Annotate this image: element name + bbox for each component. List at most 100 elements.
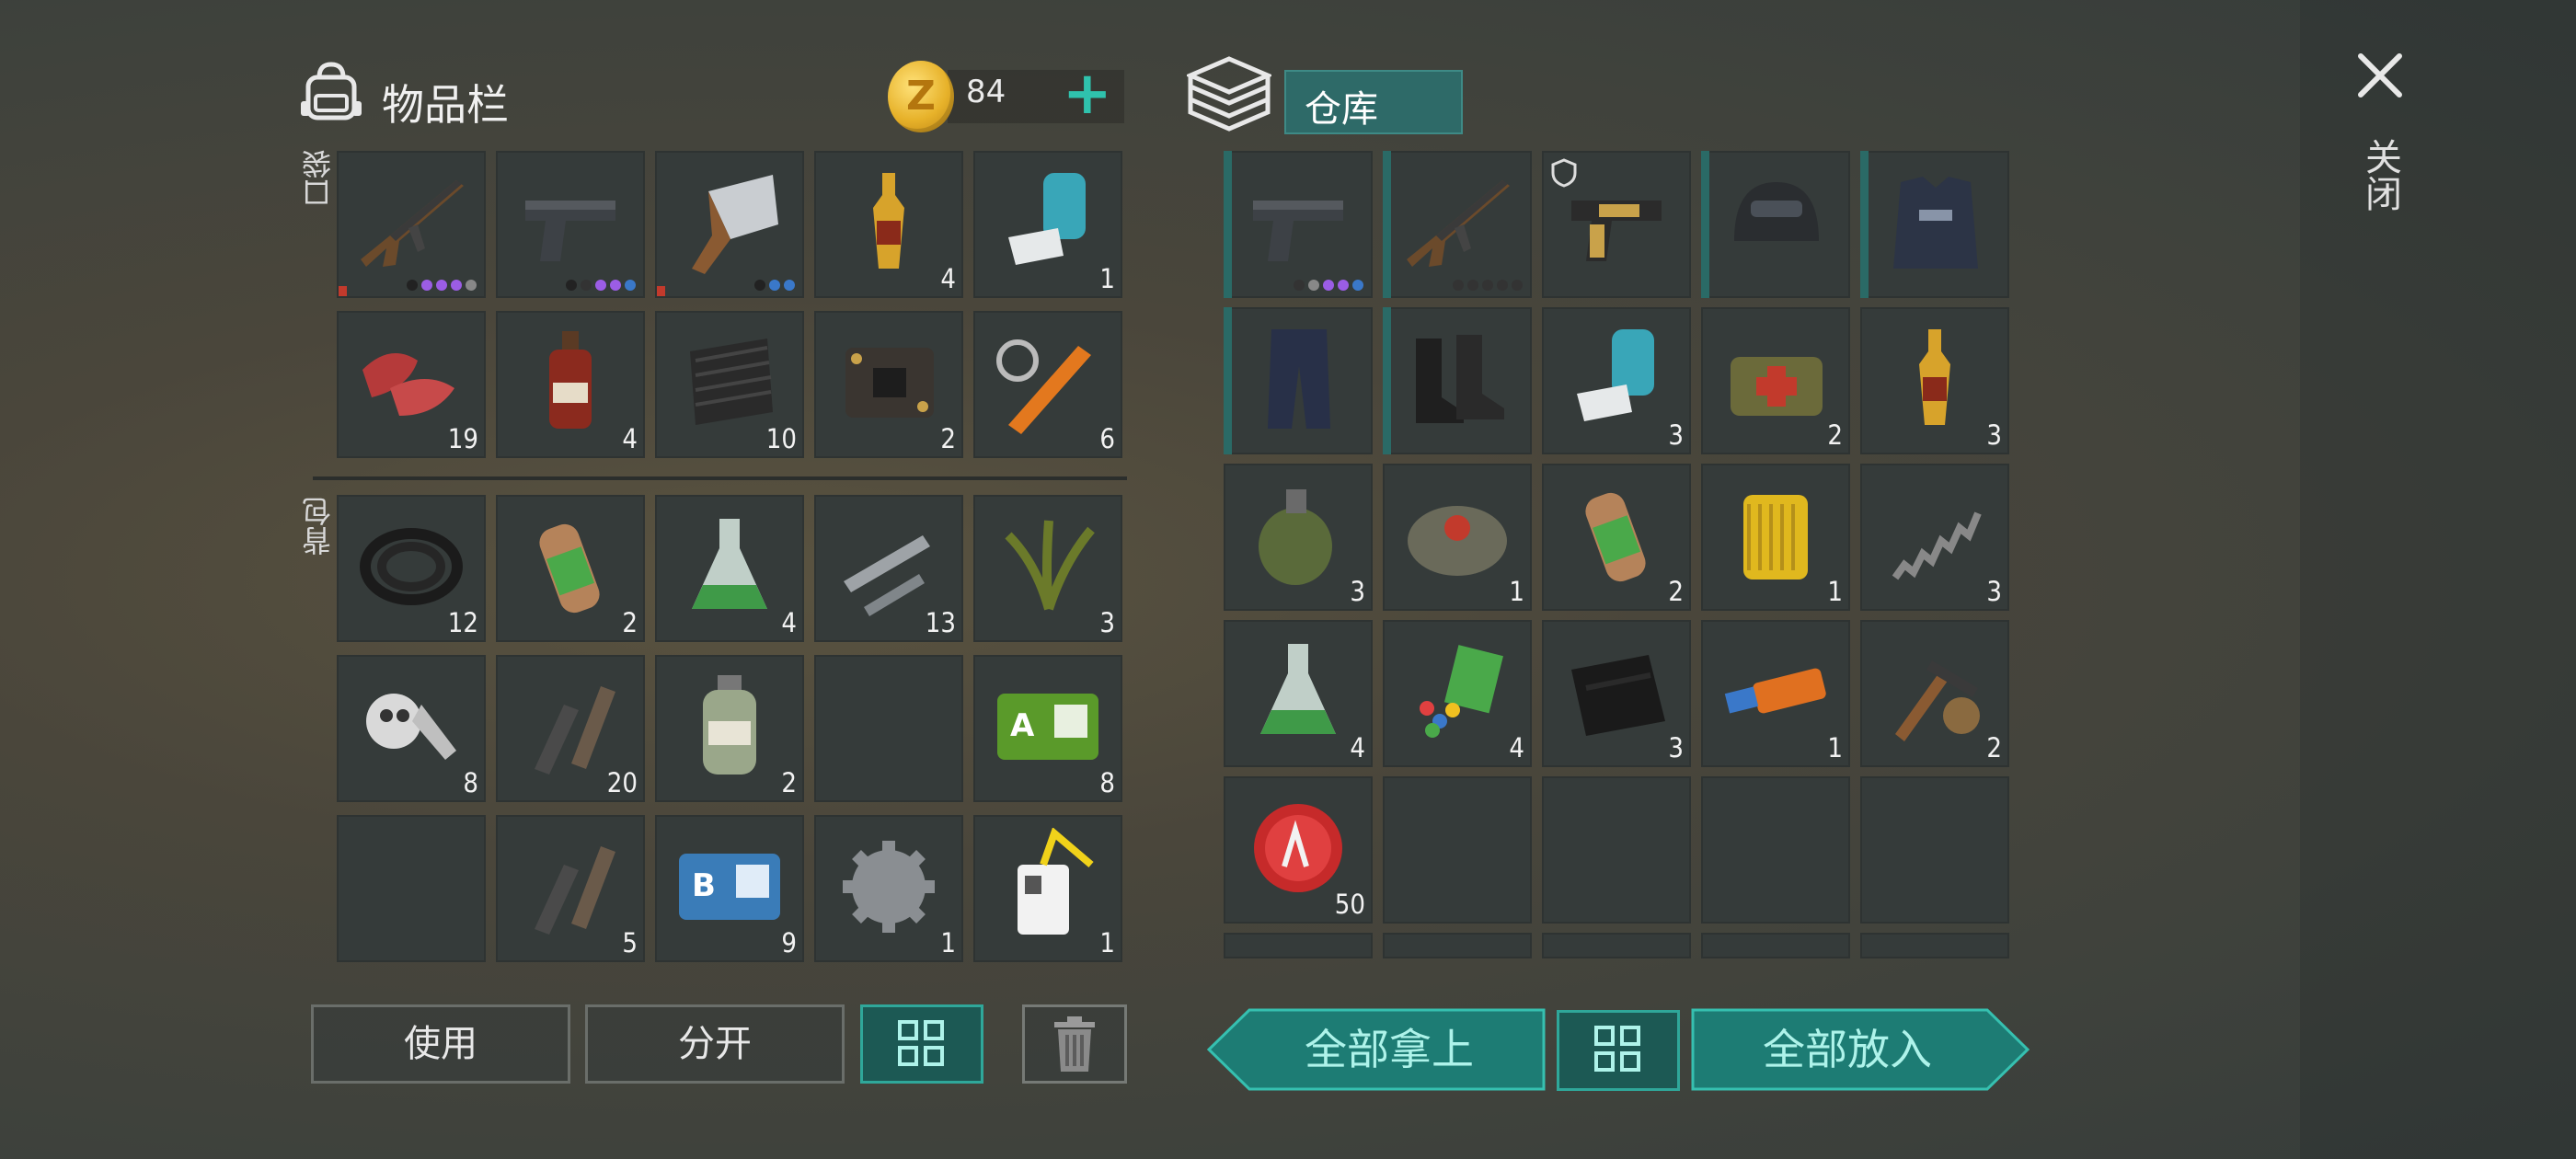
inhaler-icon — [1577, 329, 1654, 421]
item-slot[interactable]: 5 — [496, 815, 645, 962]
empty-slot[interactable] — [814, 655, 963, 802]
item-count: 1 — [1827, 576, 1843, 607]
item-slot[interactable]: 4 — [1224, 620, 1373, 767]
item-count: 8 — [1099, 767, 1115, 798]
split-button[interactable]: 分开 — [585, 1004, 845, 1084]
item-slot[interactable]: 2 — [496, 495, 645, 642]
item-slot[interactable]: 1 — [973, 151, 1122, 298]
backpack-label: 背包 — [301, 497, 336, 556]
item-slot[interactable]: A8 — [973, 655, 1122, 802]
item-slot[interactable] — [1224, 307, 1373, 454]
add-currency-button[interactable]: + — [1063, 64, 1112, 123]
item-slot[interactable]: 4 — [496, 311, 645, 458]
use-button[interactable]: 使用 — [311, 1004, 570, 1084]
item-count: 50 — [1334, 889, 1365, 920]
item-slot[interactable]: 3 — [1860, 307, 2009, 454]
item-slot[interactable] — [1860, 151, 2009, 298]
empty-slot[interactable] — [1701, 933, 1850, 958]
item-count: 2 — [1668, 576, 1684, 607]
item-slot[interactable]: 1 — [814, 815, 963, 962]
item-slot[interactable]: 10 — [655, 311, 804, 458]
grenade-icon — [1259, 489, 1332, 585]
close-label[interactable]: 关闭 — [2359, 138, 2401, 212]
item-count: 2 — [1986, 732, 2002, 763]
item-slot[interactable]: 50 — [1224, 776, 1373, 924]
empty-slot[interactable] — [1701, 776, 1850, 924]
storage-sort-button[interactable] — [1557, 1010, 1680, 1091]
inventory-title: 物品栏 — [382, 80, 509, 130]
golden-pistol-icon — [1571, 201, 1662, 261]
item-slot[interactable] — [1383, 307, 1532, 454]
trash-button[interactable] — [1022, 1004, 1127, 1084]
item-count: 4 — [622, 423, 638, 454]
durability-dot — [1308, 280, 1319, 291]
item-slot[interactable]: 8 — [337, 655, 486, 802]
item-slot[interactable]: 2 — [655, 655, 804, 802]
item-slot[interactable]: 12 — [337, 495, 486, 642]
put-all-button[interactable]: 全部放入 — [1691, 1008, 2030, 1091]
storage-tab[interactable]: 仓库 — [1284, 70, 1463, 134]
item-slot[interactable]: 2 — [814, 311, 963, 458]
item-count: 19 — [447, 423, 478, 454]
item-slot[interactable]: 2 — [1860, 620, 2009, 767]
empty-slot[interactable] — [337, 815, 486, 962]
empty-slot[interactable] — [1860, 776, 2009, 924]
sector-b-card-icon: B — [679, 854, 780, 920]
item-slot[interactable]: 1 — [1701, 464, 1850, 611]
empty-slot[interactable] — [1542, 933, 1691, 958]
item-slot[interactable]: 1 — [1701, 620, 1850, 767]
close-icon[interactable] — [2355, 51, 2405, 100]
empty-slot[interactable] — [1542, 776, 1691, 924]
gear-icon — [843, 841, 935, 933]
take-all-button[interactable]: 全部拿上 — [1207, 1008, 1546, 1091]
item-slot[interactable]: 3 — [973, 495, 1122, 642]
item-slot[interactable]: 13 — [814, 495, 963, 642]
item-slot[interactable]: 20 — [496, 655, 645, 802]
item-slot[interactable]: 2 — [1701, 307, 1850, 454]
empty-slot[interactable] — [1860, 933, 2009, 958]
currency-count: 84 — [966, 74, 1006, 110]
item-slot[interactable]: 4 — [1383, 620, 1532, 767]
item-slot[interactable]: 6 — [973, 311, 1122, 458]
flask-icon — [692, 519, 767, 609]
item-count: 1 — [1827, 732, 1843, 763]
spirit-bottle-icon — [549, 331, 592, 429]
item-slot[interactable]: 3 — [1224, 464, 1373, 611]
cleaver-icon — [692, 175, 778, 274]
item-slot[interactable] — [337, 151, 486, 298]
item-slot[interactable] — [655, 151, 804, 298]
durability-dots — [566, 280, 636, 291]
item-count: 2 — [781, 767, 797, 798]
durability-dot — [1512, 280, 1523, 291]
broken-mark — [339, 286, 347, 296]
empty-slot[interactable] — [1383, 933, 1532, 958]
backpack-icon — [301, 62, 362, 120]
item-count: 3 — [1986, 419, 2002, 451]
item-slot[interactable]: 1 — [1383, 464, 1532, 611]
item-slot[interactable] — [1542, 151, 1691, 298]
item-slot[interactable]: 1 — [973, 815, 1122, 962]
item-count: 3 — [1986, 576, 2002, 607]
durability-dot — [421, 280, 432, 291]
empty-slot[interactable] — [1224, 933, 1373, 958]
grid-sort-icon — [898, 1020, 944, 1066]
empty-slot[interactable] — [1383, 776, 1532, 924]
item-slot[interactable] — [1224, 151, 1373, 298]
inventory-sort-button[interactable] — [860, 1004, 983, 1084]
item-slot[interactable]: 2 — [1542, 464, 1691, 611]
item-slot[interactable]: 4 — [655, 495, 804, 642]
durability-dots — [1453, 280, 1523, 291]
item-count: 2 — [1827, 419, 1843, 451]
item-count: 5 — [622, 927, 638, 958]
item-slot[interactable]: 19 — [337, 311, 486, 458]
item-slot[interactable]: 3 — [1542, 307, 1691, 454]
item-slot[interactable]: 3 — [1860, 464, 2009, 611]
item-slot[interactable]: 4 — [814, 151, 963, 298]
item-slot[interactable]: B9 — [655, 815, 804, 962]
item-slot[interactable] — [1383, 151, 1532, 298]
durability-dot — [754, 280, 765, 291]
item-slot[interactable] — [496, 151, 645, 298]
item-slot[interactable]: 3 — [1542, 620, 1691, 767]
item-count: 4 — [1509, 732, 1524, 763]
item-slot[interactable] — [1701, 151, 1850, 298]
